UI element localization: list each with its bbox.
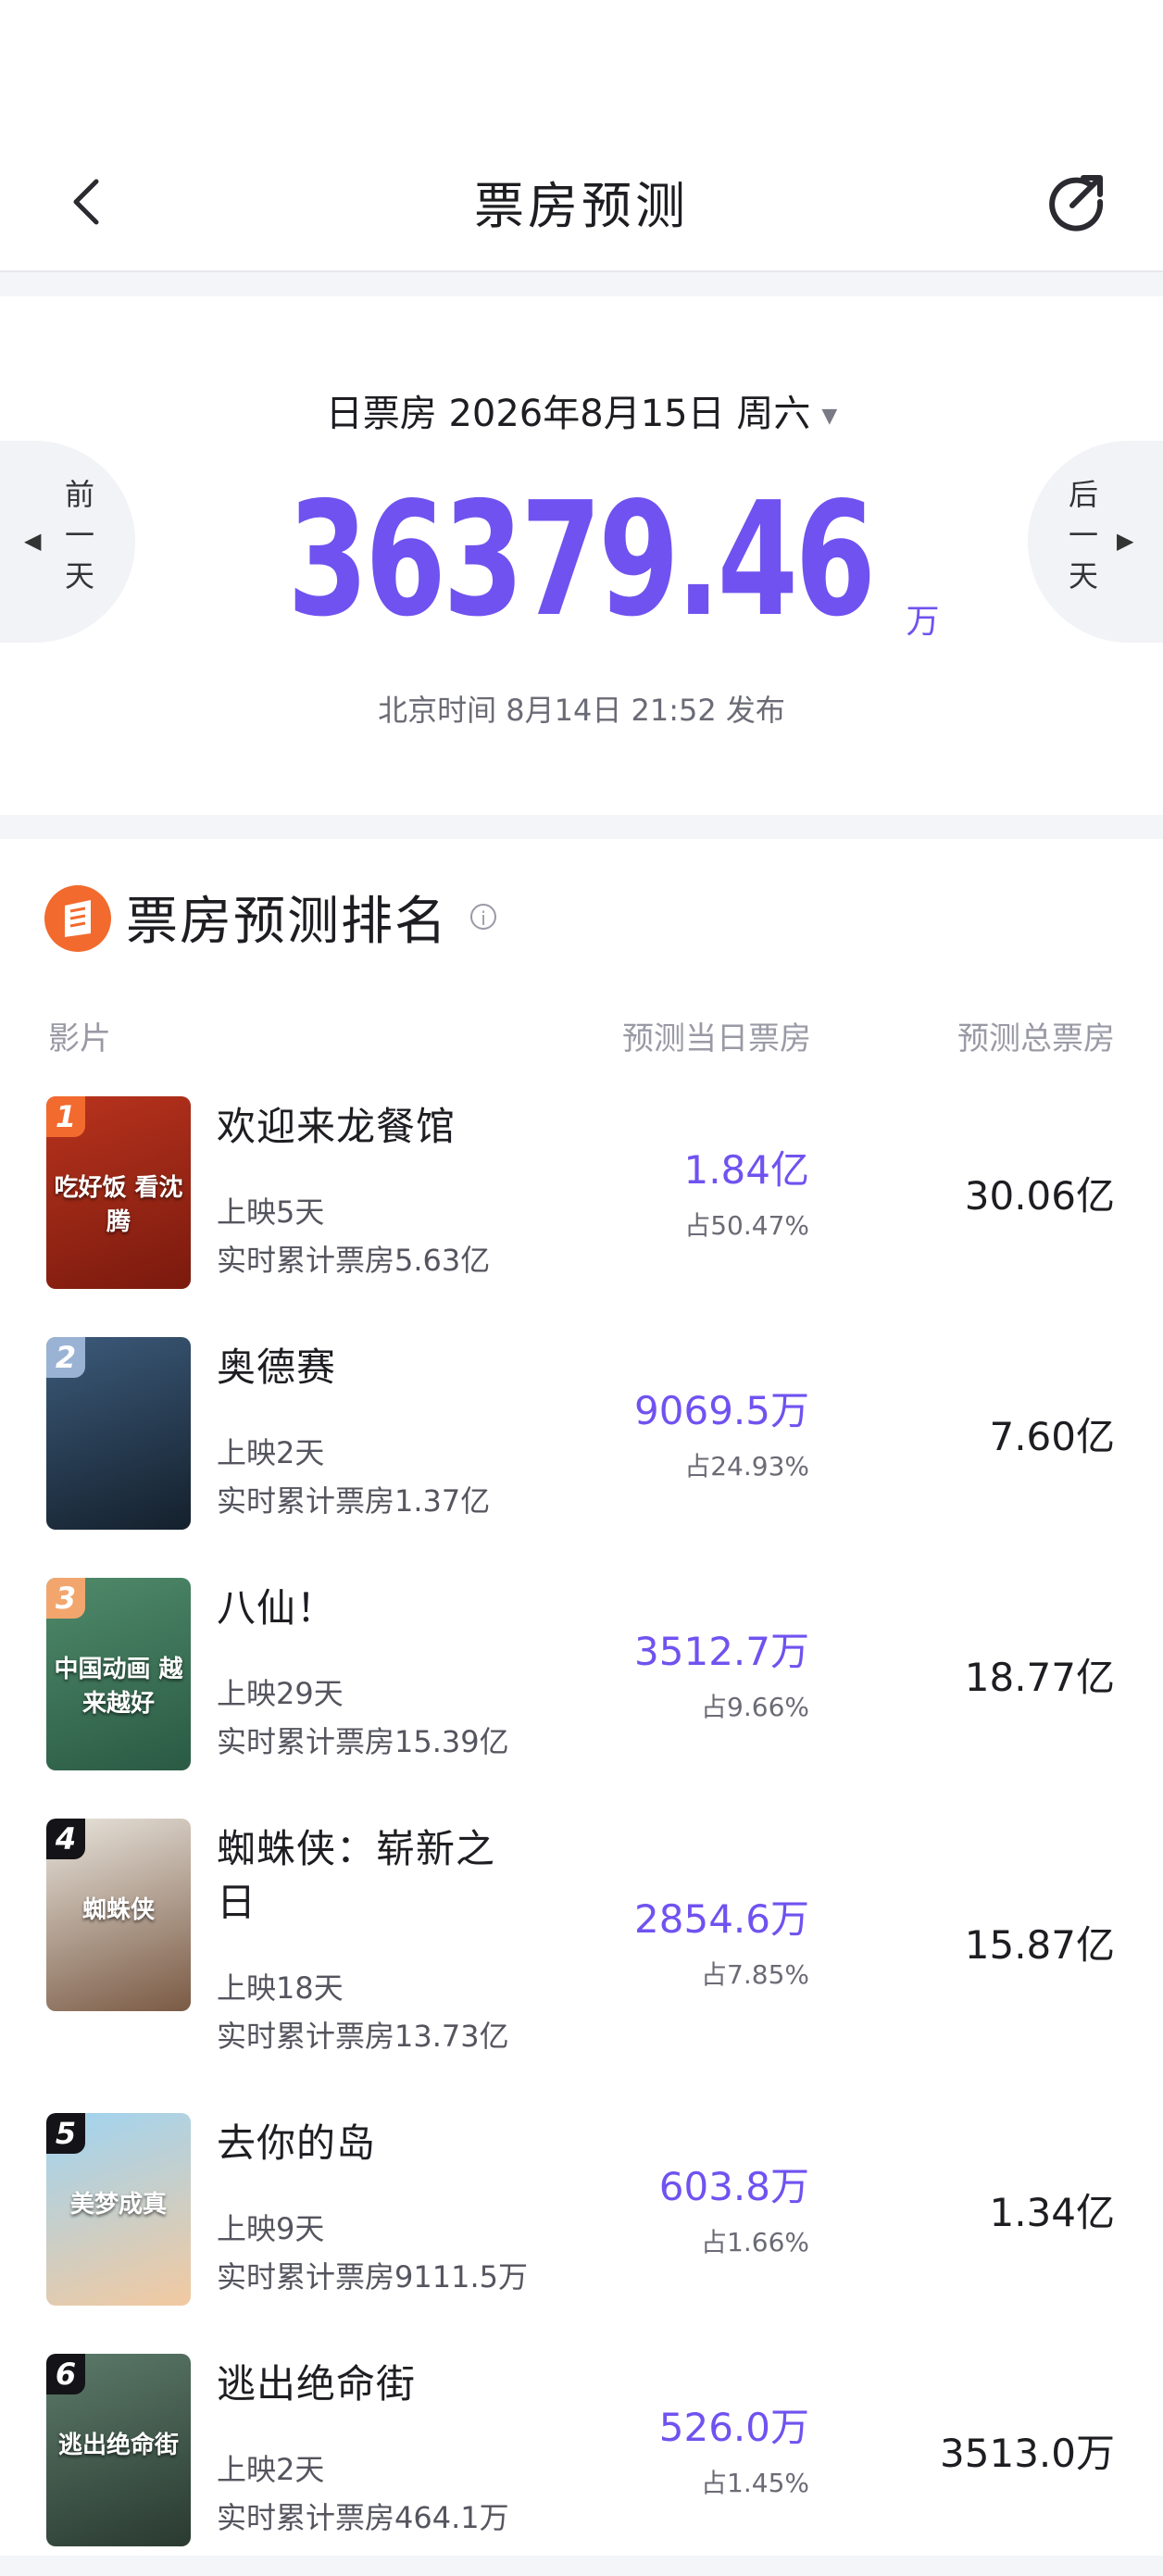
- rank-badge: 6: [46, 2354, 85, 2395]
- rank-badge: 3: [46, 1578, 85, 1619]
- movie-row[interactable]: 5 美梦成真 去你的岛 上映9天 实时累计票房9111.5万 603.8万 占1…: [0, 2113, 1163, 2335]
- total-boxoffice: 36379.46 万: [0, 481, 1163, 639]
- day-share: 占9.66%: [701, 1692, 809, 1722]
- movie-row[interactable]: 2 奥德赛 上映2天 实时累计票房1.37亿 9069.5万 占24.93% 7…: [0, 1337, 1163, 1559]
- daily-boxoffice-summary: 日票房 2026年8月15日 周六 ▼ ◀ 前一天 后一天 ▶ 36379.46 万…: [0, 296, 1163, 815]
- day-boxoffice: 2854.6万: [634, 1896, 809, 1942]
- movie-days: 上映18天: [217, 1970, 344, 2006]
- movie-poster: 2: [46, 1337, 191, 1530]
- movie-cumulative: 实时累计票房1.37亿: [217, 1483, 491, 1519]
- date-selector[interactable]: 日票房 2026年8月15日 周六 ▼: [0, 383, 1163, 437]
- movie-poster: 3 中国动画 越来越好: [46, 1578, 191, 1770]
- share-icon: [1049, 175, 1104, 231]
- movie-title: 逃出绝命街: [217, 2361, 417, 2407]
- total-boxoffice-value: 36379.46: [287, 469, 877, 652]
- info-icon[interactable]: i: [470, 904, 496, 930]
- rank-badge: 1: [46, 1096, 85, 1137]
- total-boxoffice-forecast: 18.77亿: [964, 1655, 1115, 1700]
- day-boxoffice: 3512.7万: [634, 1629, 809, 1674]
- total-boxoffice-forecast: 7.60亿: [989, 1414, 1115, 1459]
- movie-days: 上映2天: [217, 1435, 325, 1470]
- total-boxoffice-forecast: 3513.0万: [940, 2431, 1115, 2476]
- movie-title: 八仙！: [217, 1585, 337, 1631]
- movie-cumulative: 实时累计票房15.39亿: [217, 1724, 509, 1759]
- poster-title: 吃好饭 看沈腾: [54, 1174, 183, 1236]
- movie-poster: 5 美梦成真: [46, 2113, 191, 2306]
- column-header-total-boxoffice: 预测总票房: [957, 1020, 1115, 1057]
- section-title: 票房预测排名: [126, 892, 448, 952]
- day-share: 占1.66%: [701, 2227, 809, 2257]
- column-header-day-boxoffice: 预测当日票房: [622, 1020, 811, 1057]
- movie-cumulative: 实时累计票房5.63亿: [217, 1243, 491, 1278]
- movie-row[interactable]: 6 逃出绝命街 逃出绝命街 上映2天 实时累计票房464.1万 526.0万 占…: [0, 2354, 1163, 2576]
- day-boxoffice: 1.84亿: [683, 1147, 809, 1193]
- page-title: 票房预测: [474, 177, 689, 235]
- caret-down-icon: ▼: [821, 404, 838, 428]
- movie-poster: 6 逃出绝命街: [46, 2354, 191, 2546]
- movie-row[interactable]: 3 中国动画 越来越好 八仙！ 上映29天 实时累计票房15.39亿 3512.…: [0, 1578, 1163, 1800]
- rank-badge: 2: [46, 1337, 85, 1378]
- publish-time: 北京时间 8月14日 21:52 发布: [378, 693, 785, 728]
- total-boxoffice-forecast: 15.87亿: [964, 1922, 1115, 1968]
- movie-title: 去你的岛: [217, 2120, 377, 2166]
- poster-title: 逃出绝命街: [57, 2432, 179, 2459]
- share-button[interactable]: [1044, 169, 1109, 233]
- movie-poster: 4 蜘蛛侠: [46, 1819, 191, 2011]
- movie-title: 蜘蛛侠：崭新之日: [217, 1826, 496, 1925]
- poster-title: 蜘蛛侠: [81, 1896, 155, 1924]
- ticket-icon: [44, 885, 111, 952]
- movie-poster: 1 吃好饭 看沈腾: [46, 1096, 191, 1289]
- day-share: 占24.93%: [684, 1451, 809, 1482]
- top-app-bar: 票房预测: [0, 0, 1163, 272]
- movie-cumulative: 实时累计票房464.1万: [217, 2500, 509, 2535]
- movie-row[interactable]: 1 吃好饭 看沈腾 欢迎来龙餐馆 上映5天 实时累计票房5.63亿 1.84亿 …: [0, 1096, 1163, 1319]
- movie-days: 上映5天: [217, 1194, 325, 1230]
- poster-title: 中国动画 越来越好: [54, 1656, 183, 1718]
- rank-badge: 5: [46, 2113, 85, 2154]
- day-share: 占7.85%: [701, 1959, 809, 1990]
- day-boxoffice: 603.8万: [658, 2164, 809, 2209]
- day-share: 占1.45%: [701, 2468, 809, 2498]
- day-share: 占50.47%: [684, 1210, 809, 1241]
- column-header-film: 影片: [48, 1020, 111, 1057]
- movie-days: 上映29天: [217, 1676, 344, 1711]
- movie-days: 上映9天: [217, 2211, 325, 2246]
- day-boxoffice: 526.0万: [658, 2405, 809, 2450]
- movie-row[interactable]: 4 蜘蛛侠 蜘蛛侠：崭新之日 上映18天 实时累计票房13.73亿 2854.6…: [0, 1819, 1163, 2054]
- ranking-section: 票房预测排名 i 影片 预测当日票房 预测总票房 1 吃好饭 看沈腾 欢迎来龙餐…: [0, 839, 1163, 2556]
- movie-cumulative: 实时累计票房13.73亿: [217, 2019, 509, 2054]
- total-boxoffice-forecast: 30.06亿: [964, 1173, 1115, 1219]
- day-boxoffice: 9069.5万: [634, 1388, 809, 1433]
- total-boxoffice-unit: 万: [906, 603, 940, 641]
- movie-title: 奥德赛: [217, 1344, 337, 1390]
- poster-title: 美梦成真: [69, 2191, 167, 2219]
- date-label: 日票房 2026年8月15日 周六: [325, 393, 811, 435]
- movie-cumulative: 实时累计票房9111.5万: [217, 2259, 528, 2295]
- rank-badge: 4: [46, 1819, 85, 1859]
- total-boxoffice-forecast: 1.34亿: [989, 2190, 1115, 2235]
- movie-title: 欢迎来龙餐馆: [217, 1104, 456, 1149]
- movie-days: 上映2天: [217, 2452, 325, 2487]
